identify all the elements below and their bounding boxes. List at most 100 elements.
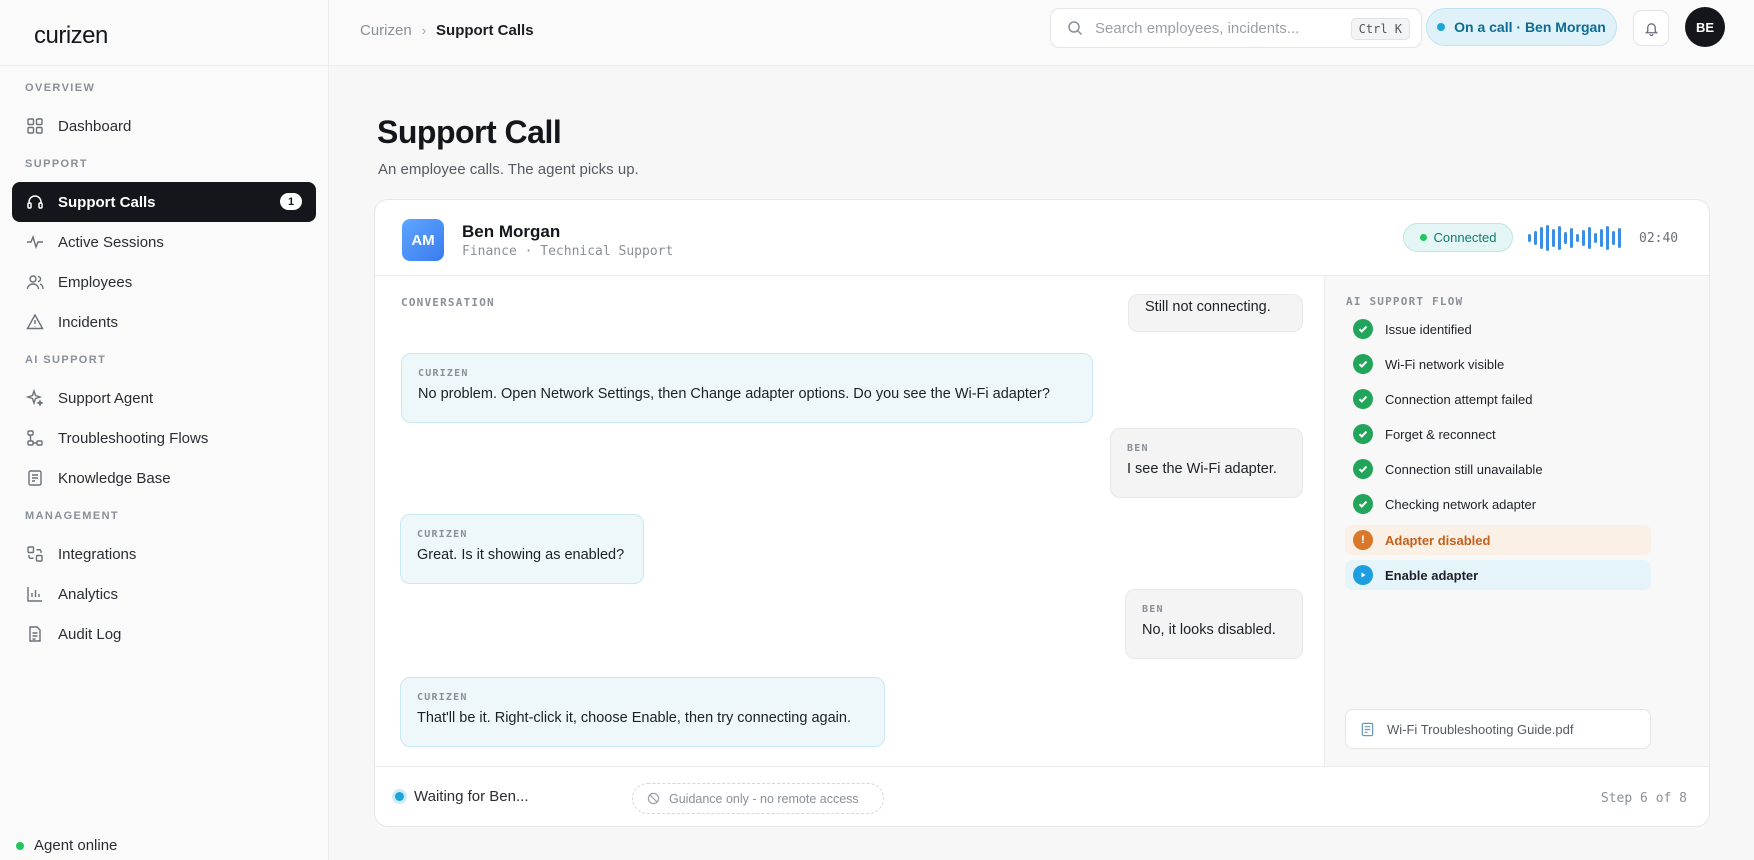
grid-icon bbox=[26, 117, 44, 135]
flow-step: Wi-Fi network visible bbox=[1345, 349, 1651, 379]
message-sender: CURIZEN bbox=[417, 692, 468, 703]
message-bubble: CURIZEN Great. Is it showing as enabled? bbox=[400, 514, 644, 584]
flow-step-current: Enable adapter bbox=[1345, 560, 1651, 590]
flow-step-label: Connection attempt failed bbox=[1385, 391, 1533, 407]
search-input[interactable] bbox=[1095, 19, 1325, 37]
check-circle-icon bbox=[1353, 424, 1373, 444]
message-bubble: BEN No, it looks disabled. bbox=[1125, 589, 1303, 659]
page-title: Support Call bbox=[377, 114, 562, 150]
waiting-text: Waiting for Ben... bbox=[414, 788, 529, 805]
sidebar-item-support-agent[interactable]: Support Agent bbox=[12, 378, 316, 418]
logo[interactable]: curizen bbox=[34, 22, 328, 50]
flow-step: Connection still unavailable bbox=[1345, 454, 1651, 484]
sidebar-item-dashboard[interactable]: Dashboard bbox=[12, 106, 316, 146]
sidebar-item-label: Support Calls bbox=[58, 193, 156, 211]
headset-icon bbox=[26, 193, 44, 211]
message-sender: CURIZEN bbox=[418, 368, 469, 379]
block-icon bbox=[647, 792, 660, 805]
document-name: Wi-Fi Troubleshooting Guide.pdf bbox=[1387, 721, 1574, 737]
shortcut-hint: Ctrl K bbox=[1350, 18, 1410, 40]
sidebar-item-label: Integrations bbox=[58, 545, 137, 563]
call-footer: Waiting for Ben... Guidance only - no re… bbox=[375, 766, 1709, 826]
search-icon bbox=[1068, 21, 1083, 36]
caller-name: Ben Morgan bbox=[462, 222, 561, 241]
section-ai-support: AI SUPPORT bbox=[25, 354, 107, 366]
topbar: Curizen › Support Calls Ctrl K On a call… bbox=[329, 0, 1754, 66]
sidebar-item-integrations[interactable]: Integrations bbox=[12, 534, 316, 574]
message-bubble: CURIZEN That'll be it. Right-click it, c… bbox=[400, 677, 885, 747]
agent-status: Agent online bbox=[16, 837, 117, 854]
sidebar-item-label: Support Agent bbox=[58, 389, 154, 407]
connection-status-badge: Connected bbox=[1403, 223, 1513, 252]
sidebar-item-active-sessions[interactable]: Active Sessions bbox=[12, 222, 316, 262]
sidebar-nav: OVERVIEW Dashboard SUPPORT Support Calls… bbox=[0, 66, 328, 654]
search-box[interactable]: Ctrl K bbox=[1050, 8, 1422, 48]
check-circle-icon bbox=[1353, 389, 1373, 409]
sidebar-item-label: Audit Log bbox=[58, 625, 122, 643]
chart-icon bbox=[26, 585, 44, 603]
message-text: No, it looks disabled. bbox=[1142, 622, 1276, 638]
sidebar-item-label: Employees bbox=[58, 273, 133, 291]
message-text: I see the Wi-Fi adapter. bbox=[1127, 461, 1277, 477]
step-counter: Step 6 of 8 bbox=[1600, 791, 1687, 806]
call-timer: 02:40 bbox=[1639, 231, 1679, 246]
message-text: Still not connecting. bbox=[1145, 299, 1271, 315]
breadcrumb-current: Support Calls bbox=[436, 22, 534, 39]
waiting-status: Waiting for Ben... bbox=[395, 788, 529, 805]
document-icon bbox=[26, 625, 44, 643]
call-header: AM Ben Morgan Finance · Technical Suppor… bbox=[375, 200, 1709, 276]
sidebar-item-support-calls[interactable]: Support Calls 1 bbox=[12, 182, 316, 222]
caller-avatar: AM bbox=[402, 219, 444, 261]
integrations-icon bbox=[26, 545, 44, 563]
sidebar-item-analytics[interactable]: Analytics bbox=[12, 574, 316, 614]
conversation-panel: CONVERSATION Still not connecting. CURIZ… bbox=[375, 276, 1325, 766]
section-management: MANAGEMENT bbox=[25, 510, 120, 522]
status-dot bbox=[16, 841, 24, 850]
flow-step-label: Issue identified bbox=[1385, 321, 1472, 337]
breadcrumb: Curizen › Support Calls bbox=[360, 22, 534, 39]
document-link[interactable]: Wi-Fi Troubleshooting Guide.pdf bbox=[1345, 709, 1651, 749]
message-text: No problem. Open Network Settings, then … bbox=[418, 386, 1050, 402]
active-call-pill[interactable]: On a call · Ben Morgan bbox=[1426, 8, 1617, 46]
flow-step-warning: ! Adapter disabled bbox=[1345, 525, 1651, 555]
bell-icon bbox=[1644, 22, 1658, 36]
flow-label: AI SUPPORT FLOW bbox=[1346, 295, 1464, 308]
sidebar-item-label: Incidents bbox=[58, 313, 119, 331]
flow-step-label: Connection still unavailable bbox=[1385, 461, 1543, 477]
call-card: AM Ben Morgan Finance · Technical Suppor… bbox=[374, 199, 1710, 827]
users-icon bbox=[26, 273, 44, 291]
flow-step: Checking network adapter bbox=[1345, 489, 1651, 519]
conversation-label: CONVERSATION bbox=[401, 296, 495, 309]
sidebar-item-audit-log[interactable]: Audit Log bbox=[12, 614, 316, 654]
ai-support-flow-panel: AI SUPPORT FLOW Issue identified Wi-Fi n… bbox=[1324, 276, 1709, 766]
message-sender: BEN bbox=[1127, 443, 1149, 454]
play-circle-icon bbox=[1353, 565, 1373, 585]
flow-step: Connection attempt failed bbox=[1345, 384, 1651, 414]
sidebar-item-employees[interactable]: Employees bbox=[12, 262, 316, 302]
section-support: SUPPORT bbox=[25, 158, 88, 170]
flow-step: Issue identified bbox=[1345, 314, 1651, 344]
file-icon bbox=[1361, 722, 1374, 736]
user-avatar[interactable]: BE bbox=[1685, 7, 1725, 47]
alert-circle-icon: ! bbox=[1353, 530, 1373, 550]
message-sender: BEN bbox=[1142, 604, 1164, 615]
flow-step-label: Enable adapter bbox=[1385, 567, 1479, 583]
sidebar-item-knowledge-base[interactable]: Knowledge Base bbox=[12, 458, 316, 498]
sidebar-item-label: Dashboard bbox=[58, 117, 132, 135]
chevron-right-icon: › bbox=[421, 23, 427, 38]
flow-step-label: Checking network adapter bbox=[1385, 496, 1537, 512]
call-dot bbox=[1437, 23, 1446, 31]
message-text: That'll be it. Right-click it, choose En… bbox=[417, 710, 851, 726]
page-subtitle: An employee calls. The agent picks up. bbox=[378, 161, 639, 178]
breadcrumb-root[interactable]: Curizen bbox=[360, 22, 412, 39]
message-text: Great. Is it showing as enabled? bbox=[417, 547, 625, 563]
flow-step-label: Adapter disabled bbox=[1385, 532, 1491, 548]
message-sender: CURIZEN bbox=[417, 529, 468, 540]
warning-icon bbox=[26, 313, 44, 331]
pulse-icon bbox=[26, 233, 44, 251]
message-bubble: Still not connecting. bbox=[1128, 294, 1303, 332]
sidebar-item-troubleshooting-flows[interactable]: Troubleshooting Flows bbox=[12, 418, 316, 458]
sidebar-item-incidents[interactable]: Incidents bbox=[12, 302, 316, 342]
notifications-button[interactable] bbox=[1633, 10, 1669, 46]
flow-step: Forget & reconnect bbox=[1345, 419, 1651, 449]
